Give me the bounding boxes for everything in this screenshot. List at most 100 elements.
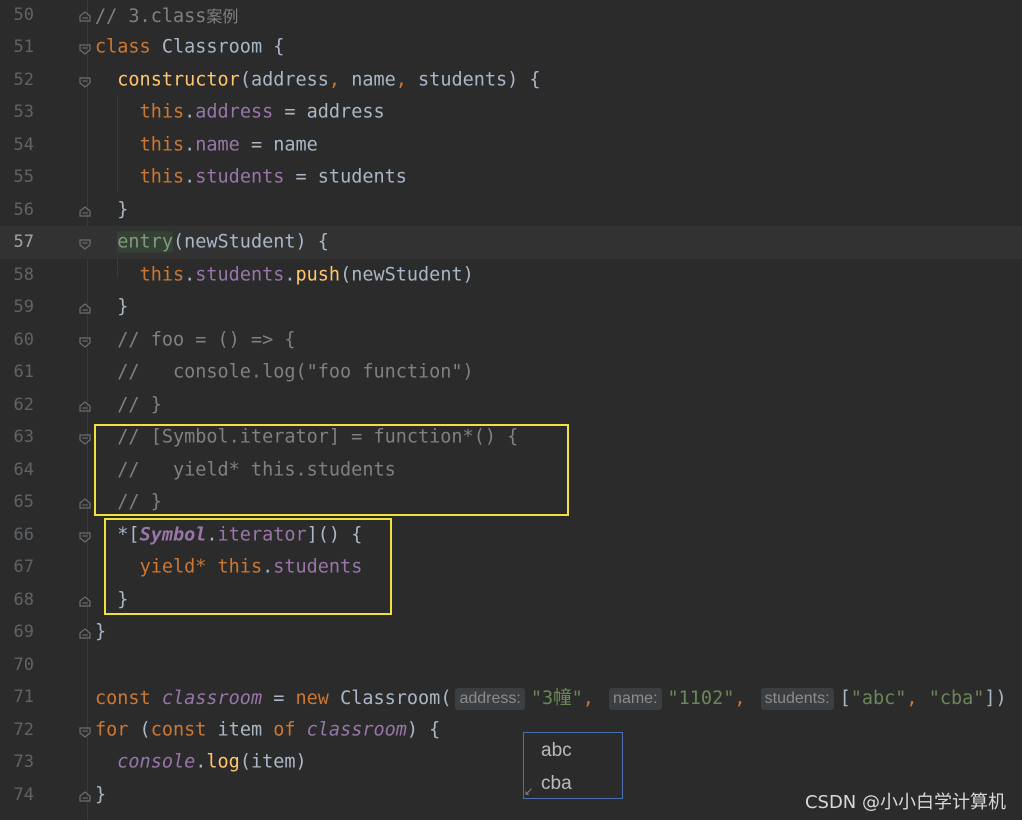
code-token: [	[839, 688, 851, 710]
code-token: .	[284, 264, 296, 286]
code-line[interactable]: 55 this.students = students	[0, 161, 1022, 194]
code-token: .	[184, 101, 196, 123]
code-token: (newStudent) {	[172, 231, 329, 253]
code-line[interactable]: 52 constructor(address, name, students) …	[0, 64, 1022, 97]
code-line[interactable]: 72 for (const item of classroom) {	[0, 714, 1022, 747]
code-token: (	[128, 719, 151, 741]
code-line[interactable]: 57 entry(newStudent) {	[0, 226, 1022, 259]
code-text: this.students.push(newStudent)	[95, 264, 474, 285]
param-hint: students:	[760, 688, 834, 711]
fold-end-icon[interactable]	[78, 203, 92, 217]
code-token: ) {	[406, 719, 441, 741]
property: name	[195, 134, 240, 156]
code-line[interactable]: 73 console.log(item)	[0, 746, 1022, 779]
code-token: ])	[984, 688, 1007, 710]
variable: classroom	[295, 719, 407, 741]
keyword: this	[139, 166, 185, 188]
code-token: = address	[273, 101, 385, 123]
fold-open-icon[interactable]	[78, 40, 92, 56]
fold-open-icon[interactable]	[78, 333, 92, 348]
output-item: abc	[541, 740, 572, 761]
keyword: const	[150, 719, 207, 741]
fold-open-icon[interactable]	[78, 235, 92, 251]
string: "3幢"	[530, 688, 583, 710]
line-number: 56	[13, 199, 34, 220]
fold-end-icon[interactable]	[78, 593, 92, 607]
code-line[interactable]: 62 // }	[0, 389, 1022, 422]
property: students	[195, 264, 285, 286]
fold-end-icon[interactable]	[78, 495, 92, 509]
code-token: (item)	[239, 751, 307, 773]
line-number: 62	[13, 394, 34, 415]
fold-end-icon[interactable]	[78, 300, 92, 314]
code-token: .	[184, 166, 196, 188]
code-token: ,	[734, 688, 757, 710]
code-text: this.students = students	[95, 167, 407, 188]
watermark: CSDN @小小白学计算机	[804, 792, 1006, 813]
keyword: class	[95, 36, 151, 58]
code-line[interactable]: 71 const classroom = new Classroom(addres…	[0, 681, 1022, 714]
method-call: log	[206, 751, 240, 773]
line-number: 70	[13, 654, 34, 675]
fold-open-icon[interactable]	[78, 723, 92, 738]
keyword: this	[139, 264, 185, 286]
code-text: for (const item of classroom) {	[95, 719, 440, 740]
code-token: item	[206, 719, 274, 741]
line-number: 64	[13, 459, 34, 480]
line-number: 74	[13, 784, 34, 805]
code-text: constructor(address, name, students) {	[95, 69, 540, 90]
code-line[interactable]: 70	[0, 649, 1022, 682]
code-line[interactable]: 61 // console.log("foo function")	[0, 356, 1022, 389]
code-line[interactable]: 50 // 3.class案例	[0, 0, 1022, 31]
variable: console	[117, 751, 196, 773]
fold-end-icon[interactable]	[78, 625, 92, 639]
code-line[interactable]: 53 this.address = address	[0, 96, 1022, 129]
line-number: 58	[13, 264, 34, 285]
line-number: 55	[13, 167, 34, 188]
output-item: cba	[541, 773, 572, 794]
keyword: of	[273, 719, 296, 741]
code-token: .	[184, 264, 196, 286]
popup-resize-icon: ↙	[524, 786, 534, 798]
keyword: this	[139, 101, 185, 123]
fold-end-icon[interactable]	[78, 788, 92, 802]
code-token: }	[117, 199, 129, 221]
line-number: 66	[13, 524, 34, 545]
indent-guide	[117, 257, 118, 277]
line-number: 65	[13, 492, 34, 513]
code-line[interactable]: 56 }	[0, 194, 1022, 227]
output-popup: abc cba ↙	[523, 732, 623, 799]
code-token: (newStudent)	[340, 264, 474, 286]
line-number: 50	[13, 4, 34, 25]
code-line[interactable]: 58 this.students.push(newStudent)	[0, 259, 1022, 292]
property: students	[195, 166, 285, 188]
code-text: }	[95, 297, 128, 318]
code-token: }	[95, 784, 107, 806]
code-text: // foo = () => {	[95, 329, 295, 350]
line-number: 54	[13, 134, 34, 155]
line-number: 68	[13, 589, 34, 610]
line-number: 61	[13, 362, 34, 383]
code-token: = name	[239, 134, 318, 156]
code-line[interactable]: 54 this.name = name	[0, 129, 1022, 162]
indent-guide	[117, 95, 118, 192]
fold-end-icon[interactable]	[78, 398, 92, 412]
code-editor[interactable]: 50 // 3.class案例 51 class Classroom {52 co…	[0, 0, 1022, 820]
code-text: const classroom = new Classroom(address:…	[95, 684, 1007, 711]
comment: // }	[117, 394, 162, 416]
class-name: Classroom {	[150, 36, 285, 58]
code-line[interactable]: 69 }	[0, 616, 1022, 649]
code-line[interactable]: 59 }	[0, 291, 1022, 324]
code-line[interactable]: 60 // foo = () => {	[0, 324, 1022, 357]
keyword: for	[95, 719, 129, 741]
comment: // 3.class	[95, 5, 207, 27]
code-line[interactable]: 51 class Classroom {	[0, 31, 1022, 64]
fold-end-icon[interactable]	[78, 8, 92, 22]
code-token: =	[262, 688, 296, 710]
fold-open-icon[interactable]	[78, 528, 92, 543]
code-text: }	[95, 199, 128, 220]
line-number: 57	[13, 232, 34, 253]
fold-open-icon[interactable]	[78, 430, 92, 446]
line-number: 69	[13, 622, 34, 643]
fold-open-icon[interactable]	[78, 73, 92, 88]
